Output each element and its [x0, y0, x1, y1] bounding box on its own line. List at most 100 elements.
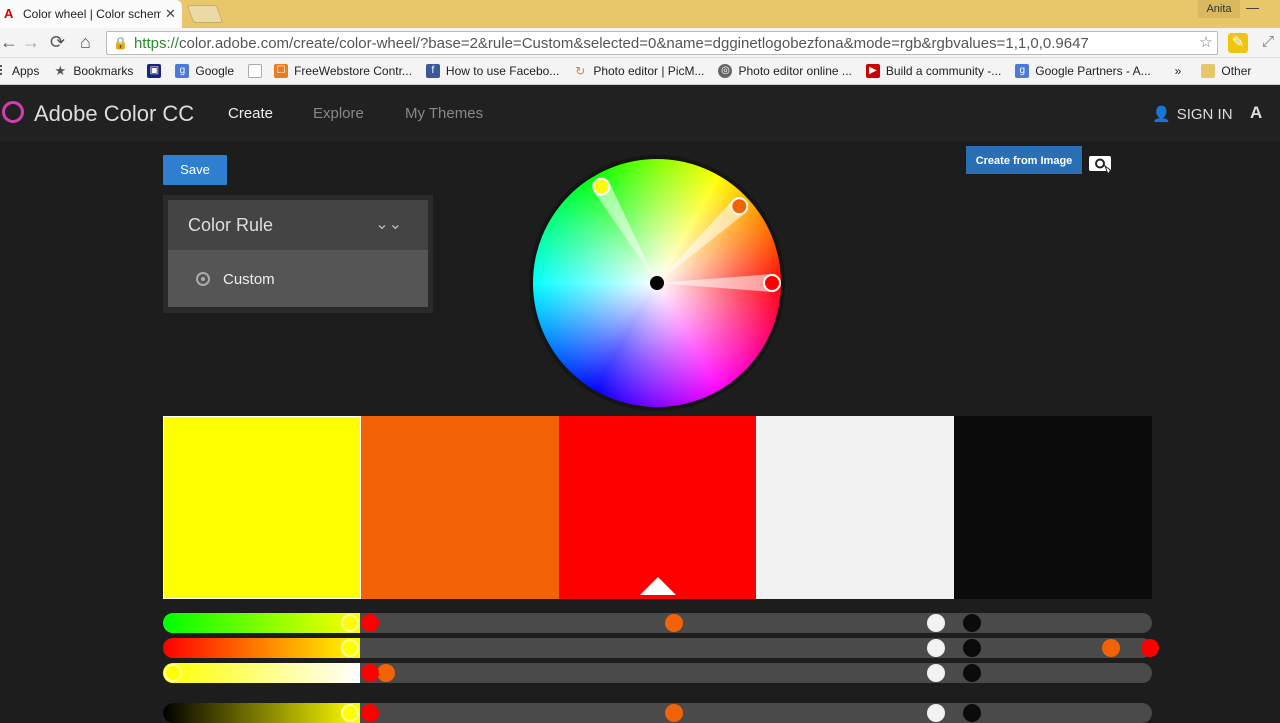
save-button[interactable]: Save: [163, 155, 227, 185]
site-icon: ▣: [147, 64, 162, 78]
folder-icon: [1201, 64, 1216, 78]
adobe-logo-icon[interactable]: A: [1250, 103, 1262, 123]
color-slider-track[interactable]: [163, 638, 1159, 658]
bookmark-star-icon[interactable]: ☆: [1196, 33, 1216, 53]
slider-knob[interactable]: [1102, 639, 1120, 657]
tab-strip: A Color wheel | Color schem ✕ Anita —: [0, 0, 1280, 28]
camera-icon[interactable]: [1086, 150, 1116, 176]
color-slider-track[interactable]: [163, 613, 1152, 633]
slider-knob[interactable]: [164, 664, 182, 682]
wheel-color-handle[interactable]: [730, 197, 749, 216]
radio-selected-icon: [196, 272, 210, 286]
slider-knob[interactable]: [665, 704, 684, 722]
color-swatch[interactable]: [558, 416, 757, 599]
google-partners-icon: g: [1015, 64, 1030, 78]
slider-knob[interactable]: [927, 664, 945, 682]
picmonkey-icon: ↻: [575, 64, 586, 78]
sign-in-link[interactable]: 👤 SIGN IN: [1152, 105, 1233, 123]
close-tab-icon[interactable]: ✕: [165, 6, 176, 22]
bookmark-freewebstore[interactable]: ☐ FreeWebstore Contr...: [274, 64, 412, 78]
extension-icon[interactable]: ✎: [1228, 33, 1248, 53]
nav-explore[interactable]: Explore: [313, 105, 364, 122]
bookmark-page[interactable]: [248, 64, 268, 78]
rule-option-custom[interactable]: Custom: [168, 250, 428, 307]
profile-user[interactable]: Anita: [1198, 0, 1240, 18]
back-icon[interactable]: ←: [0, 32, 18, 53]
bookmark-picmonkey[interactable]: ↻ Photo editor | PicM...: [573, 64, 704, 78]
menu-icon[interactable]: ⤢: [1258, 33, 1278, 53]
adobe-color-logo-icon: [2, 101, 24, 123]
new-tab-button[interactable]: [186, 5, 224, 23]
slider-knob[interactable]: [361, 704, 379, 722]
photo-editor-icon: ◎: [718, 64, 733, 78]
bookmark-community[interactable]: ▶ Build a community -...: [865, 64, 1001, 78]
slider-knob[interactable]: [361, 614, 379, 632]
bookmark-google-partners[interactable]: g Google Partners - A...: [1015, 64, 1151, 78]
webstore-icon: ☐: [274, 64, 289, 78]
tab-title: Color wheel | Color schem: [23, 7, 161, 21]
url-scheme: https://: [133, 34, 179, 52]
bookmark-overflow[interactable]: »: [1175, 64, 1182, 78]
slider-knob[interactable]: [927, 639, 945, 657]
color-rule-dropdown[interactable]: Color Rule ⌄⌄: [168, 200, 428, 250]
slider-knob[interactable]: [963, 664, 981, 682]
slider-gradient: [163, 638, 360, 658]
nav-create[interactable]: Create: [228, 105, 273, 122]
slider-knob[interactable]: [376, 664, 395, 682]
color-sliders: [163, 600, 1159, 723]
browser-toolbar: ← → ⟳ ⌂ 🔒 https:// color.adobe.com/creat…: [0, 28, 1280, 58]
slider-knob[interactable]: [361, 664, 379, 682]
adobe-favicon-icon: A: [4, 6, 14, 21]
home-icon[interactable]: ⌂: [80, 32, 91, 53]
bookmarks-bar: ⠿Apps ★Bookmarks ▣ gGoogle ☐FreeWebstore…: [0, 58, 1280, 85]
wheel-color-handle[interactable]: [592, 177, 611, 196]
bookmark-facebook[interactable]: f How to use Facebo...: [425, 64, 559, 78]
reload-icon[interactable]: ⟳: [50, 32, 65, 53]
wheel-handle-beam: [657, 274, 772, 292]
nav-my-themes[interactable]: My Themes: [405, 105, 483, 122]
bookmark-other[interactable]: Other: [1201, 64, 1251, 78]
bookmark-bookmarks[interactable]: ★ Bookmarks: [53, 64, 134, 79]
bookmark-google[interactable]: g Google: [175, 64, 234, 78]
color-swatch[interactable]: [756, 416, 955, 599]
color-slider-track[interactable]: [163, 663, 1152, 683]
slider-knob[interactable]: [1141, 639, 1159, 657]
youtube-icon: ▶: [865, 64, 880, 78]
slider-knob[interactable]: [665, 614, 684, 632]
color-swatch[interactable]: [360, 416, 559, 599]
color-wheel-handles[interactable]: [533, 159, 781, 407]
bookmark-photo-editor[interactable]: ◎ Photo editor online ...: [718, 64, 852, 78]
wheel-handle-beam: [657, 199, 746, 283]
address-bar[interactable]: 🔒 https:// color.adobe.com/create/color-…: [106, 31, 1218, 55]
create-from-image-tooltip: Create from Image: [965, 145, 1083, 175]
bookmark-apps[interactable]: ⠿Apps: [0, 64, 39, 78]
slider-knob[interactable]: [341, 614, 359, 632]
color-rule-panel: Color Rule ⌄⌄ Custom: [163, 195, 433, 313]
slider-knob[interactable]: [927, 614, 945, 632]
slider-knob[interactable]: [341, 639, 359, 657]
color-slider-track[interactable]: [163, 703, 1152, 723]
url-text: color.adobe.com/create/color-wheel/?base…: [178, 34, 1089, 52]
slider-gradient: [163, 703, 360, 723]
base-color-marker-icon: [639, 577, 676, 595]
page-icon: [248, 64, 263, 78]
slider-knob[interactable]: [963, 614, 981, 632]
google-icon: g: [175, 64, 190, 78]
double-chevron-down-icon: ⌄⌄: [375, 216, 402, 233]
bookmark-blank[interactable]: ▣: [147, 64, 167, 78]
forward-icon[interactable]: →: [22, 32, 40, 53]
browser-tab[interactable]: A Color wheel | Color schem ✕: [0, 0, 182, 28]
slider-knob[interactable]: [341, 704, 359, 722]
slider-knob[interactable]: [963, 704, 981, 722]
color-swatch[interactable]: [954, 416, 1152, 599]
slider-knob[interactable]: [927, 704, 945, 722]
wheel-handle-beam: [593, 182, 657, 283]
color-swatch[interactable]: [163, 416, 361, 599]
rule-option-label: Custom: [223, 271, 275, 288]
wheel-color-handle[interactable]: [763, 274, 781, 292]
minimize-icon[interactable]: —: [1246, 0, 1259, 15]
slider-gradient: [163, 613, 360, 633]
slider-knob[interactable]: [963, 639, 981, 657]
apps-grid-icon: ⠿: [0, 64, 6, 78]
facebook-icon: f: [425, 64, 440, 78]
